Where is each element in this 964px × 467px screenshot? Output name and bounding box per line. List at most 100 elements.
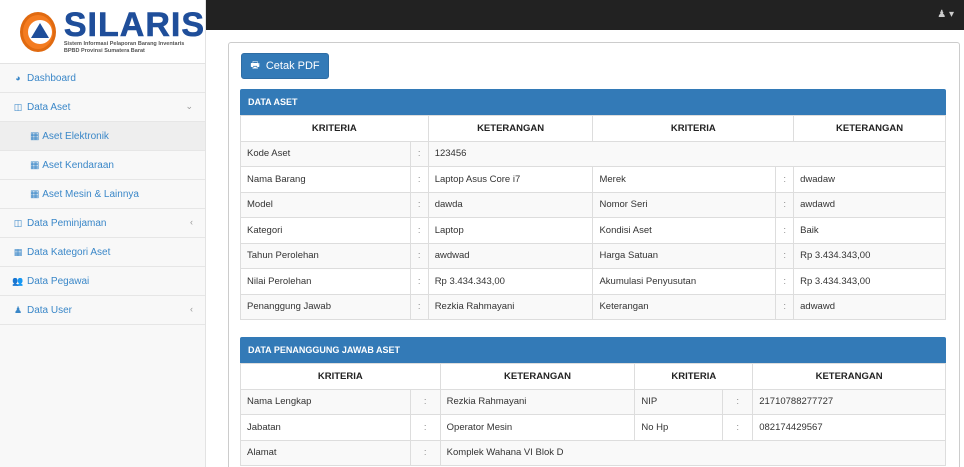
row-value: Rezkia Rahmayani <box>439 388 636 415</box>
table-row: Tahun Perolehan : awdwad Harga Satuan : … <box>240 242 946 269</box>
table-row: Alamat : Komplek Wahana VI Blok D <box>240 439 947 466</box>
row-value: awdwad <box>427 242 594 269</box>
row-label: Kode Aset <box>240 140 411 167</box>
row-label: Penanggung Jawab <box>240 293 411 320</box>
row-label: Nomor Seri <box>592 191 777 218</box>
sidebar-item-label: Data Pegawai <box>27 275 90 287</box>
table-row: Kategori : Laptop Kondisi Aset : Baik <box>240 217 946 244</box>
row-separator: : <box>409 217 429 244</box>
grid-icon: ▦ <box>30 188 40 200</box>
row-value: Rp 3.434.343,00 <box>793 242 946 269</box>
row-separator: : <box>409 191 429 218</box>
sidebar-item-data-kategori[interactable]: ▦ Data Kategori Aset <box>0 238 205 267</box>
row-separator: : <box>409 439 441 466</box>
main-content: 🖶 Cetak PDF DATA ASET KRITERIA KETERANGA… <box>206 30 964 467</box>
sidebar-item-aset-elektronik[interactable]: ▦ Aset Elektronik <box>0 122 205 151</box>
sidebar-item-data-aset[interactable]: ◫ Data Aset ⌄ <box>0 93 205 122</box>
column-header: KRITERIA <box>634 363 754 390</box>
grid-icon: ▦ <box>30 130 40 142</box>
table-row: Nama Barang : Laptop Asus Core i7 Merek … <box>240 166 946 193</box>
table-icon: ◫ <box>13 101 23 112</box>
chevron-left-icon: ‹ <box>190 217 193 227</box>
brand-logo[interactable]: SILARIS Sistem Informasi Pelaporan Baran… <box>0 0 205 64</box>
row-value: Laptop Asus Core i7 <box>427 166 594 193</box>
table-row: Nama Lengkap : Rezkia Rahmayani NIP : 21… <box>240 388 946 415</box>
user-icon: ♟ <box>13 304 23 315</box>
chevron-down-icon: ⌄ <box>185 101 193 111</box>
row-separator: : <box>775 242 795 269</box>
table-row: Kode Aset : 123456 <box>240 140 947 167</box>
column-header: KETERANGAN <box>793 115 946 142</box>
row-separator: : <box>722 414 754 441</box>
sidebar-item-label: Aset Kendaraan <box>42 159 114 171</box>
row-label: NIP <box>634 388 724 415</box>
row-value: awdawd <box>793 191 946 218</box>
bpbd-emblem-icon <box>20 11 56 52</box>
row-label: No Hp <box>634 414 724 441</box>
table-row: Jabatan : Operator Mesin No Hp : 0821744… <box>240 414 946 441</box>
table-row: Model : dawda Nomor Seri : awdawd <box>240 191 946 218</box>
chevron-left-icon: ‹ <box>190 304 193 314</box>
table-row: Nilai Perolehan : Rp 3.434.343,00 Akumul… <box>240 268 946 295</box>
row-value: Komplek Wahana VI Blok D <box>439 439 947 466</box>
sidebar-item-data-user[interactable]: ♟ Data User ‹ <box>0 296 205 325</box>
column-header: KETERANGAN <box>427 115 594 142</box>
row-separator: : <box>775 293 795 320</box>
row-separator: : <box>409 268 429 295</box>
sidebar-item-label: Aset Elektronik <box>42 130 109 142</box>
column-header: KRITERIA <box>240 363 441 390</box>
row-separator: : <box>409 166 429 193</box>
sidebar-item-data-pegawai[interactable]: 👥 Data Pegawai <box>0 267 205 296</box>
brand-subtitle-2: BPBD Provinsi Sumatera Barat <box>63 47 145 54</box>
brand-title: SILARIS <box>63 5 205 44</box>
cetak-pdf-label: Cetak PDF <box>265 60 320 72</box>
table-icon: ◫ <box>13 217 23 228</box>
sidebar-item-aset-kendaraan[interactable]: ▦ Aset Kendaraan <box>0 151 205 180</box>
row-value: Rp 3.434.343,00 <box>427 268 594 295</box>
grid-icon: ▦ <box>13 246 23 257</box>
row-value: Baik <box>793 217 946 244</box>
row-separator: : <box>722 388 754 415</box>
sidebar-item-label: Dashboard <box>27 72 76 84</box>
row-label: Kategori <box>240 217 411 244</box>
row-label: Model <box>240 191 411 218</box>
row-value: Laptop <box>427 217 594 244</box>
sidebar-item-label: Data Kategori Aset <box>27 246 111 258</box>
sidebar: SILARIS Sistem Informasi Pelaporan Baran… <box>0 0 206 467</box>
row-label: Harga Satuan <box>592 242 777 269</box>
row-label: Jabatan <box>240 414 411 441</box>
sidebar-item-dashboard[interactable]: ◕ Dashboard <box>0 64 205 93</box>
row-value: dwadaw <box>793 166 946 193</box>
sidebar-item-data-peminjaman[interactable]: ◫ Data Peminjaman ‹ <box>0 209 205 238</box>
column-header: KETERANGAN <box>752 363 946 390</box>
column-header: KRITERIA <box>592 115 795 142</box>
row-separator: : <box>409 388 441 415</box>
row-separator: : <box>775 166 795 193</box>
row-separator: : <box>409 242 429 269</box>
row-value: Rp 3.434.343,00 <box>793 268 946 295</box>
row-label: Tahun Perolehan <box>240 242 411 269</box>
print-icon: 🖶 <box>250 59 260 71</box>
row-value: Operator Mesin <box>439 414 636 441</box>
data-aset-header: DATA ASET <box>240 89 946 115</box>
row-value: Rezkia Rahmayani <box>427 293 594 320</box>
column-header: KRITERIA <box>240 115 429 142</box>
user-menu-icon[interactable]: ♟ ▾ <box>937 9 954 20</box>
sidebar-nav: ◕ Dashboard ◫ Data Aset ⌄ ▦ Aset Elektro… <box>0 64 205 325</box>
sidebar-item-aset-mesin[interactable]: ▦ Aset Mesin & Lainnya <box>0 180 205 209</box>
row-label: Nilai Perolehan <box>240 268 411 295</box>
row-label: Nama Barang <box>240 166 411 193</box>
sidebar-item-label: Data Aset <box>27 101 71 113</box>
cetak-pdf-button[interactable]: 🖶 Cetak PDF <box>241 53 329 79</box>
grid-icon: ▦ <box>30 159 40 171</box>
data-aset-table: KRITERIA KETERANGAN KRITERIA KETERANGAN … <box>240 115 947 320</box>
detail-panel: 🖶 Cetak PDF DATA ASET KRITERIA KETERANGA… <box>228 42 960 467</box>
row-value: 082174429567 <box>752 414 946 441</box>
dashboard-icon: ◕ <box>15 73 21 83</box>
top-navbar: ♟ ▾ <box>206 0 964 30</box>
sidebar-item-label: Data Peminjaman <box>27 217 107 229</box>
row-label: Nama Lengkap <box>240 388 411 415</box>
row-label: Keterangan <box>592 293 777 320</box>
row-value: 21710788277727 <box>752 388 946 415</box>
column-header: KETERANGAN <box>439 363 636 390</box>
